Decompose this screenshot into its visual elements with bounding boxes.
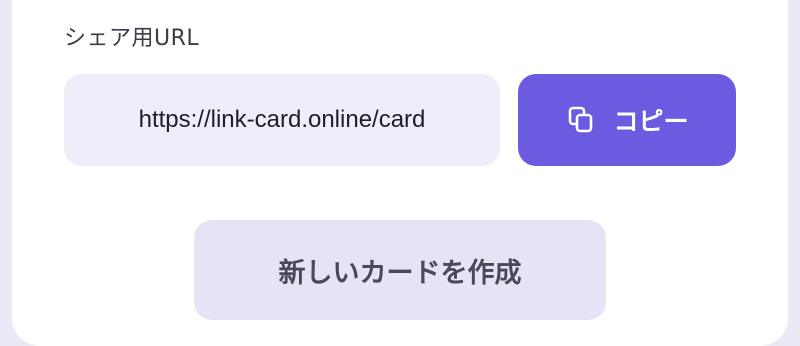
copy-icon <box>565 104 597 136</box>
create-new-card-button[interactable]: 新しいカードを作成 <box>194 220 606 320</box>
share-url-field[interactable]: https://link-card.online/card <box>64 74 500 166</box>
create-new-card-label: 新しいカードを作成 <box>278 257 522 289</box>
share-url-text: https://link-card.online/card <box>138 106 426 133</box>
share-url-label: シェア用URL <box>64 26 200 51</box>
share-card: シェア用URL https://link-card.online/card コピ… <box>12 0 788 346</box>
copy-button-label: コピー <box>613 107 689 136</box>
copy-button[interactable]: コピー <box>518 74 736 166</box>
